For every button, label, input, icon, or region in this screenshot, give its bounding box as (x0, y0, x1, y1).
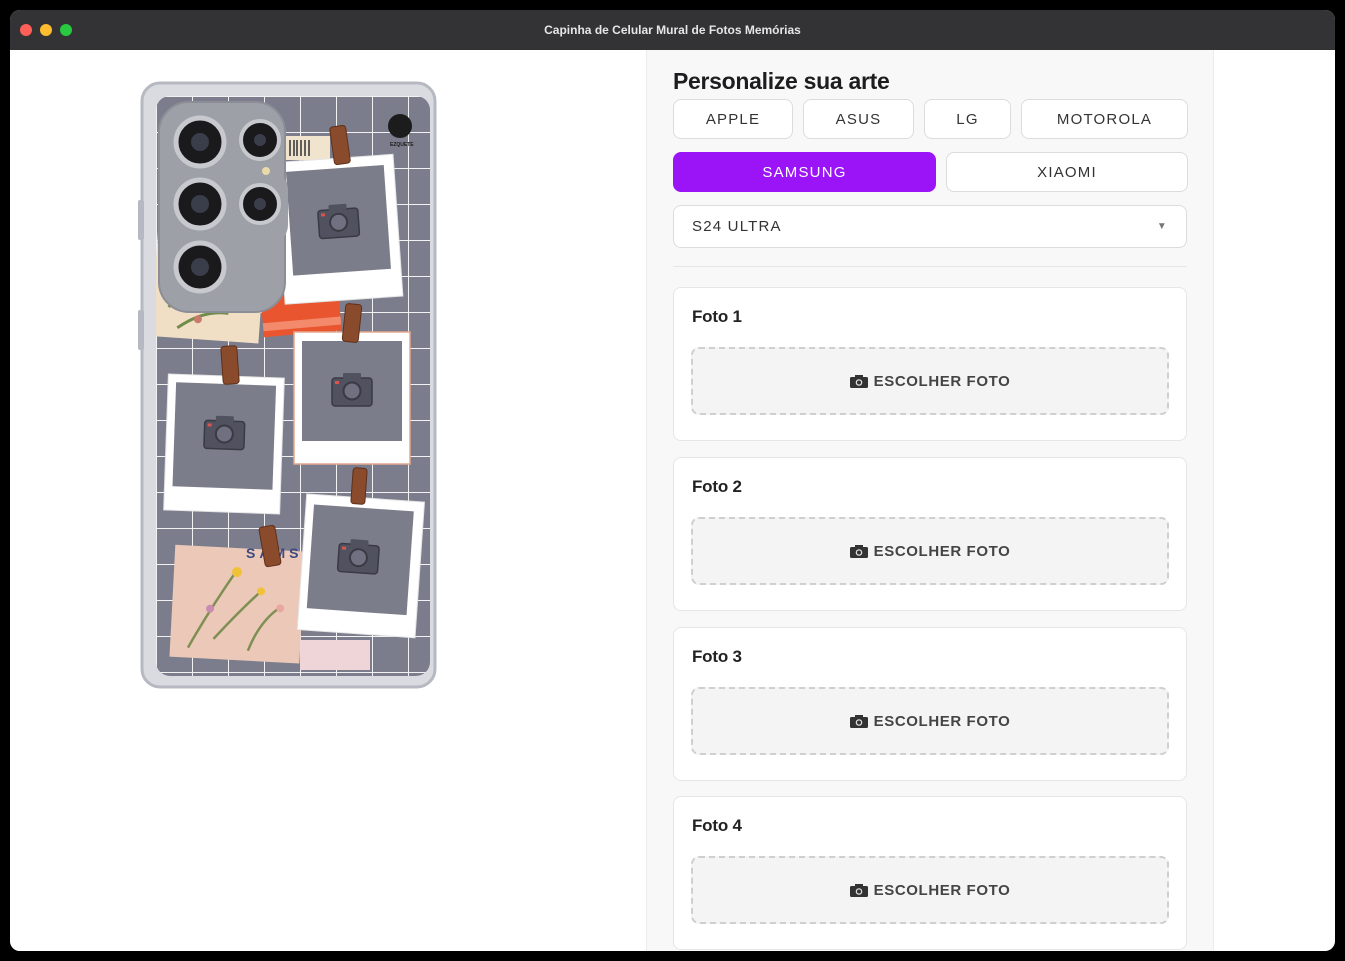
phone-logo-text: EZQUETE (390, 142, 414, 148)
brand-samsung-button[interactable]: SAMSUNG (673, 152, 936, 192)
choose-photo-button-2[interactable]: ESCOLHER FOTO (691, 517, 1169, 585)
panel-heading: Personalize sua arte (673, 68, 890, 94)
close-window-button[interactable] (20, 24, 32, 36)
model-select-value: S24 ULTRA (692, 218, 782, 235)
photo-title: Foto 2 (692, 477, 742, 496)
photo-title: Foto 1 (692, 307, 742, 326)
model-select[interactable]: S24 ULTRA ▼ (673, 205, 1187, 248)
brand-apple-button[interactable]: APPLE (673, 99, 793, 139)
camera-icon (849, 883, 868, 897)
camera-icon (849, 714, 868, 728)
divider (673, 266, 1187, 267)
chevron-down-icon: ▼ (1156, 221, 1168, 232)
phone-case-preview: SAMSUNG EZQUETE (138, 81, 437, 689)
preview-pane: SAMSUNG EZQUETE (10, 50, 646, 951)
maximize-window-button[interactable] (60, 24, 72, 36)
photo-title: Foto 4 (692, 816, 742, 835)
brand-asus-button[interactable]: ASUS (803, 99, 914, 139)
photo-card-1: Foto 1 ESCOLHER FOTO (673, 287, 1187, 441)
photo-card-2: Foto 2 ESCOLHER FOTO (673, 457, 1187, 611)
choose-photo-label: ESCOLHER FOTO (873, 712, 1011, 730)
photo-title: Foto 3 (692, 647, 742, 666)
photo-card-4: Foto 4 ESCOLHER FOTO (673, 796, 1187, 950)
app-window: Capinha de Celular Mural de Fotos Memóri… (10, 10, 1335, 951)
customize-panel: Personalize sua arte APPLE ASUS LG MOTOR… (646, 50, 1214, 951)
choose-photo-button-4[interactable]: ESCOLHER FOTO (691, 856, 1169, 924)
brand-lg-button[interactable]: LG (924, 99, 1011, 139)
choose-photo-button-1[interactable]: ESCOLHER FOTO (691, 347, 1169, 415)
choose-photo-button-3[interactable]: ESCOLHER FOTO (691, 687, 1169, 755)
choose-photo-label: ESCOLHER FOTO (873, 372, 1011, 390)
choose-photo-label: ESCOLHER FOTO (873, 881, 1011, 899)
choose-photo-label: ESCOLHER FOTO (873, 542, 1011, 560)
brand-motorola-button[interactable]: MOTOROLA (1021, 99, 1188, 139)
photo-card-3: Foto 3 ESCOLHER FOTO (673, 627, 1187, 781)
window-controls (20, 24, 72, 36)
brand-xiaomi-button[interactable]: XIAOMI (946, 152, 1188, 192)
window-title: Capinha de Celular Mural de Fotos Memóri… (544, 23, 801, 37)
camera-icon (849, 544, 868, 558)
minimize-window-button[interactable] (40, 24, 52, 36)
title-bar: Capinha de Celular Mural de Fotos Memóri… (10, 10, 1335, 50)
camera-icon (849, 374, 868, 388)
